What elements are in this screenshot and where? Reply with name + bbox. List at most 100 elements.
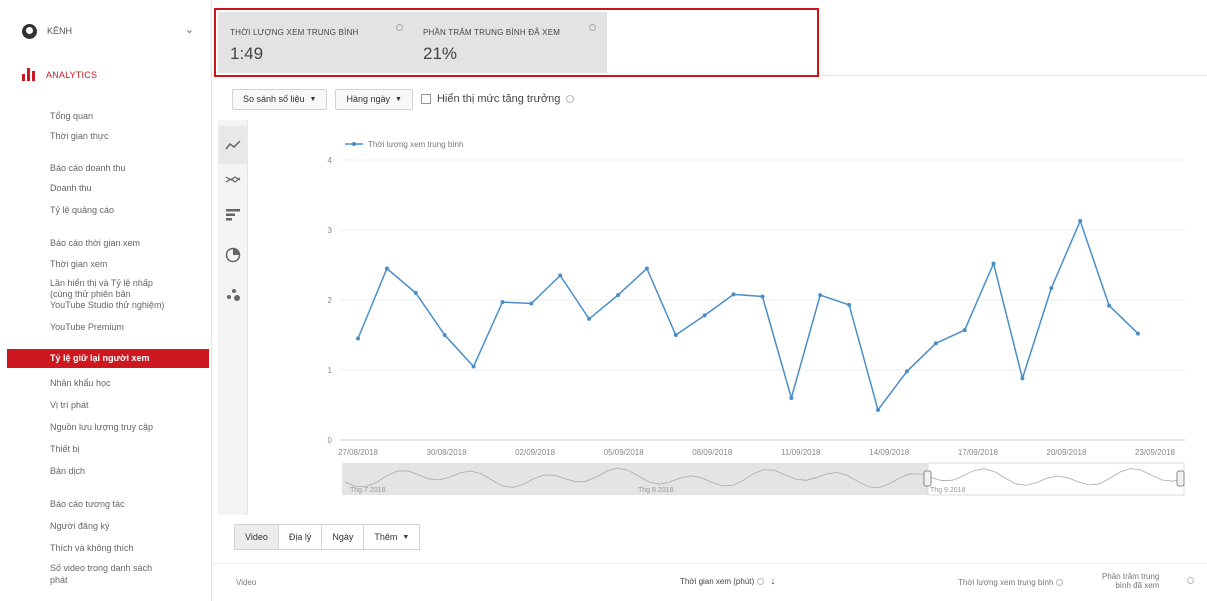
sidebar-section-engagement[interactable]: Báo cáo tương tác	[50, 499, 124, 510]
sidebar-item-revenue[interactable]: Doanh thu	[50, 183, 92, 194]
sidebar-item-subscribers[interactable]: Người đăng ký	[50, 521, 109, 532]
tab-date[interactable]: Ngày	[322, 525, 365, 549]
navigator-selected	[927, 462, 1185, 496]
data-point	[1107, 303, 1112, 308]
data-point	[673, 333, 678, 337]
metric-title: THỜI LƯỢNG XEM TRUNG BÌNH	[230, 28, 359, 37]
data-point	[1136, 331, 1140, 336]
x-tick-label: 20/09/2018	[1046, 448, 1087, 457]
x-tick-label: 02/09/2018	[515, 448, 556, 457]
tab-video[interactable]: Video	[235, 525, 279, 549]
column-header-avg-percent-line2: bình đã xem	[1115, 581, 1160, 590]
analytics-icon	[22, 68, 36, 81]
column-header-watch-time[interactable]: Thời gian xem (phút) ↓	[680, 576, 775, 587]
multi-line-chart-icon[interactable]	[218, 160, 248, 198]
checkbox-icon[interactable]	[420, 94, 431, 104]
column-header-avg-duration[interactable]: Thời lượng xem trung bình	[958, 578, 1064, 587]
growth-toggle[interactable]: Hiển thị mức tăng trưởng	[420, 93, 575, 105]
series-line	[357, 218, 1139, 412]
column-header-video[interactable]: Video	[236, 578, 256, 587]
daily-label: Hàng ngày	[346, 94, 391, 104]
metric-tab-avg-view-duration[interactable]: THỜI LƯỢNG XEM TRUNG BÌNH 1:49	[218, 12, 411, 73]
sidebar-item-playback-locations[interactable]: Vị trí phát	[50, 400, 89, 411]
x-tick-label: 11/09/2018	[781, 448, 821, 457]
channel-selector[interactable]: KÊNH ⌄	[22, 20, 202, 42]
x-tick-label: 08/09/2018	[692, 448, 733, 457]
sidebar: KÊNH ⌄ ANALYTICS Tổng quan Thời gian thự…	[0, 0, 212, 601]
sidebar-item-impressions-note: (cùng thử phiên bản	[50, 289, 131, 299]
sidebar-item-watch-time[interactable]: Thời gian xem	[50, 259, 107, 270]
caret-down-icon: ▼	[402, 533, 410, 541]
sidebar-item-demographics[interactable]: Nhân khẩu học	[50, 378, 111, 389]
account-icon	[22, 23, 37, 39]
sidebar-item-ad-rates[interactable]: Tỷ lệ quảng cáo	[50, 205, 114, 216]
data-point	[384, 266, 389, 271]
daily-dropdown[interactable]: Hàng ngày ▼	[335, 88, 413, 110]
navigator-label: Thg 9 2018	[930, 487, 966, 494]
data-point	[442, 333, 447, 337]
tab-more-label: Thêm	[374, 532, 398, 542]
sidebar-section-revenue[interactable]: Báo cáo doanh thu	[50, 163, 126, 174]
data-point	[471, 364, 476, 369]
navigator-label: Thg 7 2018	[350, 487, 386, 494]
sidebar-item-likes[interactable]: Thích và không thích	[50, 543, 134, 554]
data-point	[644, 266, 649, 271]
table-header: Video Thời gian xem (phút) ↓ Thời lượng …	[212, 563, 1207, 601]
sidebar-item-realtime[interactable]: Thời gian thực	[50, 131, 108, 142]
x-tick-label: 23/09/2018	[1135, 448, 1176, 457]
column-header-avg-duration-label: Thời lượng xem trung bình	[958, 578, 1054, 587]
sidebar-item-overview[interactable]: Tổng quan	[50, 111, 93, 122]
tab-more[interactable]: Thêm ▼	[364, 525, 420, 549]
chart-controls: So sánh số liệu ▼ Hàng ngày ▼ Hiển thị mức…	[232, 88, 575, 110]
navigator-handle-left	[923, 470, 932, 487]
tab-geography[interactable]: Địa lý	[278, 525, 323, 549]
column-header-avg-percent[interactable]: Phần trăm trung bình đã xem	[1102, 572, 1159, 590]
data-point	[876, 407, 880, 412]
data-point	[529, 301, 534, 306]
x-tick-label: 17/09/2018	[958, 448, 999, 457]
metric-value: 1:49	[230, 44, 264, 63]
help-icon[interactable]	[566, 95, 575, 103]
data-point	[904, 369, 909, 374]
analytics-label: ANALYTICS	[46, 69, 98, 80]
sidebar-item-audience-retention[interactable]: Tỷ lệ giữ lại người xem	[7, 349, 209, 368]
sidebar-item-traffic-sources[interactable]: Nguồn lưu lượng truy cập	[50, 422, 153, 433]
sidebar-item-translations[interactable]: Bản dịch	[50, 466, 85, 477]
metric-value: 21%	[423, 44, 458, 63]
data-point	[616, 293, 620, 298]
sidebar-item-videos-in-playlists[interactable]: Số video trong danh sách	[50, 563, 152, 574]
channel-name: KÊNH	[47, 26, 73, 36]
sidebar-item-youtube-premium[interactable]: YouTube Premium	[50, 322, 124, 333]
globe-icon[interactable]	[218, 236, 248, 274]
data-point	[702, 313, 707, 318]
legend-label: Thời lượng xem trung bình	[368, 140, 463, 149]
data-point	[1078, 218, 1083, 223]
help-icon[interactable]	[589, 24, 596, 31]
bubble-chart-icon[interactable]	[218, 276, 248, 314]
analytics-section[interactable]: ANALYTICS	[22, 68, 97, 81]
y-tick-label: 0	[328, 436, 333, 445]
sidebar-section-watch-time[interactable]: Báo cáo thời gian xem	[50, 238, 140, 249]
compare-metrics-button[interactable]: So sánh số liệu ▼	[232, 88, 328, 110]
x-tick-label: 30/08/2018	[427, 448, 468, 457]
bar-chart-icon[interactable]	[218, 196, 248, 234]
sort-down-arrow-icon[interactable]: ↓	[770, 576, 775, 587]
y-tick-label: 3	[328, 226, 333, 235]
metric-tab-avg-percentage-viewed[interactable]: PHẦN TRĂM TRUNG BÌNH ĐÃ XEM 21%	[411, 12, 607, 73]
navigator-handle-right	[1176, 470, 1185, 487]
y-tick-label: 4	[328, 156, 333, 165]
help-icon[interactable]	[396, 24, 403, 31]
help-icon[interactable]	[1187, 577, 1194, 585]
sidebar-item-devices[interactable]: Thiết bị	[50, 444, 80, 455]
chevron-down-icon[interactable]: ⌄	[185, 23, 194, 36]
data-point	[933, 341, 938, 346]
caret-down-icon: ▼	[395, 95, 402, 103]
chart-type-rail	[218, 120, 248, 515]
line-chart[interactable]: 0 1 2 3 4 Thời lượng xem trung bình 27/08/2018…	[250, 120, 1200, 515]
y-tick-label: 1	[328, 366, 333, 375]
caret-down-icon: ▼	[309, 95, 317, 103]
help-icon[interactable]	[757, 578, 765, 586]
help-icon[interactable]	[1056, 579, 1064, 587]
sidebar-item-impressions[interactable]: Lần hiển thị và Tỷ lệ nhấp	[50, 278, 153, 289]
line-chart-icon[interactable]	[218, 126, 248, 164]
